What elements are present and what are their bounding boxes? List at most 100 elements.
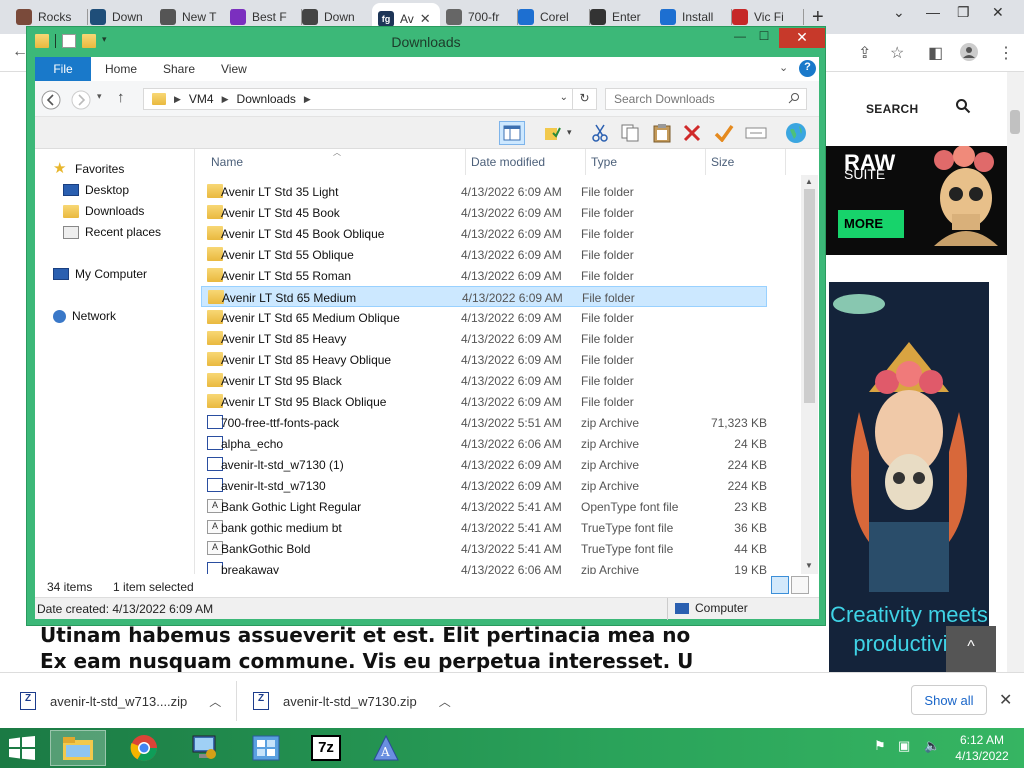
chevron-up-icon[interactable]: ︿ bbox=[209, 693, 221, 710]
file-row[interactable]: Avenir LT Std 95 Black Oblique 4/13/2022 … bbox=[201, 391, 767, 412]
close-browser-button[interactable]: ✕ bbox=[992, 4, 1004, 21]
chrome-icon[interactable] bbox=[116, 730, 172, 766]
copy-icon[interactable] bbox=[617, 121, 643, 145]
nav-favorites[interactable]: ★ Favorites bbox=[53, 159, 124, 179]
tab-share[interactable]: Share bbox=[163, 57, 195, 81]
large-icons-view-icon[interactable] bbox=[791, 576, 809, 594]
download-item[interactable]: Z avenir-lt-std_w713....zip ︿ bbox=[20, 687, 221, 715]
column-header-size[interactable]: Size bbox=[711, 149, 734, 175]
close-window-button[interactable]: ✕ bbox=[779, 28, 825, 48]
file-row[interactable]: Avenir LT Std 85 Heavy 4/13/2022 6:09 AM F… bbox=[201, 328, 767, 349]
file-row[interactable]: Avenir LT Std 65 Medium Oblique 4/13/2022… bbox=[201, 307, 767, 328]
side-panel-icon[interactable]: ◧ bbox=[928, 43, 943, 63]
restore-browser-button[interactable]: ❐ bbox=[957, 4, 970, 21]
details-view-icon[interactable] bbox=[771, 576, 789, 594]
scroll-down-icon[interactable]: ▼ bbox=[805, 561, 813, 570]
tab-search-icon[interactable]: ⌄ bbox=[893, 4, 905, 21]
help-icon[interactable]: ? bbox=[799, 60, 816, 77]
file-row[interactable]: alpha_echo 4/13/2022 6:06 AM zip Archive 24… bbox=[201, 433, 767, 454]
column-header-date[interactable]: Date modified bbox=[471, 149, 545, 175]
search-icon[interactable] bbox=[788, 92, 800, 104]
tab-home[interactable]: Home bbox=[105, 57, 137, 81]
column-header-type[interactable]: Type bbox=[591, 149, 617, 175]
file-row[interactable]: Avenir LT Std 85 Heavy Oblique 4/13/2022 … bbox=[201, 349, 767, 370]
volume-icon[interactable]: 🔈 bbox=[924, 738, 940, 754]
file-row[interactable]: Avenir LT Std 55 Oblique 4/13/2022 6:09 A… bbox=[201, 244, 767, 265]
windows-start-icon[interactable] bbox=[8, 736, 36, 760]
delete-icon[interactable] bbox=[679, 121, 705, 145]
file-list-scrollbar[interactable]: ▲ ▼ bbox=[801, 175, 818, 574]
download-item[interactable]: Z avenir-lt-std_w7130.zip ︿ bbox=[253, 687, 451, 715]
file-row[interactable]: Abank gothic medium bt 4/13/2022 5:41 AM T… bbox=[201, 517, 767, 538]
scroll-up-icon[interactable]: ▲ bbox=[805, 177, 813, 186]
explorer-title-bar[interactable]: ▾ Downloads — ☐ ✕ bbox=[27, 27, 825, 57]
properties-dropdown-icon[interactable]: ▾ bbox=[567, 127, 572, 138]
nav-downloads[interactable]: Downloads bbox=[63, 201, 144, 221]
close-icon[interactable]: ✕ bbox=[999, 690, 1012, 710]
search-icon[interactable] bbox=[955, 98, 971, 114]
nav-network[interactable]: Network bbox=[53, 306, 116, 326]
back-icon[interactable] bbox=[41, 90, 61, 110]
file-row[interactable]: breakaway 4/13/2022 6:06 AM zip Archive 19 … bbox=[201, 559, 767, 574]
flag-icon[interactable]: ⚑ bbox=[874, 738, 886, 754]
up-arrow-icon[interactable]: ↑ bbox=[117, 89, 125, 106]
file-explorer-icon[interactable] bbox=[50, 730, 106, 766]
file-row[interactable]: 700-free-ttf-fonts-pack 4/13/2022 5:51 AM… bbox=[201, 412, 767, 433]
share-icon[interactable]: ⇪ bbox=[858, 43, 871, 63]
file-row[interactable]: Avenir LT Std 45 Book Oblique 4/13/2022 6… bbox=[201, 223, 767, 244]
file-row[interactable]: avenir-lt-std_w7130 4/13/2022 6:09 AM zip … bbox=[201, 475, 767, 496]
file-row[interactable]: Avenir LT Std 35 Light 4/13/2022 6:09 AM F… bbox=[201, 181, 767, 202]
search-input[interactable]: Search Downloads bbox=[605, 88, 807, 110]
breadcrumb-arrow-icon[interactable]: ▶ bbox=[222, 94, 229, 105]
nav-my-computer[interactable]: My Computer bbox=[53, 264, 147, 284]
7zip-icon[interactable]: 7z bbox=[298, 730, 354, 766]
file-row[interactable]: avenir-lt-std_w7130 (1) 4/13/2022 6:09 AM… bbox=[201, 454, 767, 475]
globe-icon[interactable] bbox=[783, 121, 809, 145]
close-tab-icon[interactable]: ✕ bbox=[420, 11, 431, 27]
recent-locations-icon[interactable]: ▾ bbox=[97, 91, 102, 102]
site-search-link[interactable]: SEARCH bbox=[866, 102, 918, 116]
refresh-icon[interactable]: ↻ bbox=[572, 89, 596, 109]
chevron-up-icon[interactable]: ︿ bbox=[439, 693, 451, 710]
file-row[interactable]: A Bank Gothic Light Regular 4/13/2022 5:41… bbox=[201, 496, 767, 517]
paste-icon[interactable] bbox=[649, 121, 675, 145]
network-icon[interactable]: ▣ bbox=[898, 738, 910, 754]
system-clock[interactable]: 6:12 AM 4/13/2022 bbox=[952, 732, 1012, 764]
nav-desktop[interactable]: Desktop bbox=[63, 180, 129, 200]
preview-pane-icon[interactable] bbox=[499, 121, 525, 145]
scroll-to-top-button[interactable]: ^ bbox=[946, 626, 996, 672]
profile-avatar-icon[interactable] bbox=[960, 43, 978, 66]
breadcrumb-vm4[interactable]: VM4 bbox=[189, 92, 214, 106]
address-bar[interactable]: ▶ VM4 ▶ Downloads ▶ ⌄ ↻ bbox=[143, 88, 597, 110]
breadcrumb-arrow-icon[interactable]: ▶ bbox=[174, 94, 181, 105]
control-panel-icon[interactable] bbox=[238, 730, 294, 766]
checkmark-icon[interactable] bbox=[711, 121, 737, 145]
address-dropdown-icon[interactable]: ⌄ bbox=[560, 92, 568, 103]
font-app-icon[interactable]: A bbox=[358, 730, 414, 766]
corel-ad-banner[interactable]: RAW SUITE MORE bbox=[824, 146, 1007, 255]
minimize-button[interactable]: — bbox=[727, 29, 753, 47]
tab-file[interactable]: File bbox=[35, 57, 91, 81]
nav-recent-places[interactable]: Recent places bbox=[63, 222, 161, 242]
browser-menu-icon[interactable]: ⋮ bbox=[998, 43, 1014, 63]
file-row[interactable]: Avenir LT Std 45 Book 4/13/2022 6:09 AM Fi… bbox=[201, 202, 767, 223]
bookmark-star-icon[interactable]: ☆ bbox=[890, 43, 904, 63]
show-all-button[interactable]: Show all bbox=[911, 685, 987, 715]
rename-icon[interactable] bbox=[743, 121, 769, 145]
file-row[interactable]: Avenir LT Std 95 Black 4/13/2022 6:09 AM F… bbox=[201, 370, 767, 391]
minimize-browser-button[interactable]: — bbox=[926, 4, 940, 20]
file-row[interactable]: Avenir LT Std 65 Medium 4/13/2022 6:09 AM… bbox=[201, 286, 767, 307]
creativity-ad-banner[interactable]: Creativity meets productivity bbox=[829, 282, 989, 672]
expand-ribbon-icon[interactable]: ⌄ bbox=[779, 61, 788, 74]
forward-icon[interactable] bbox=[71, 90, 91, 110]
breadcrumb-arrow-icon[interactable]: ▶ bbox=[304, 94, 311, 105]
file-row[interactable]: Avenir LT Std 55 Roman 4/13/2022 6:09 AM F… bbox=[201, 265, 767, 286]
cut-icon[interactable] bbox=[587, 121, 613, 145]
page-scrollbar[interactable] bbox=[1007, 72, 1024, 672]
computer-settings-icon[interactable] bbox=[176, 730, 232, 766]
ad-more-button[interactable]: MORE bbox=[838, 210, 904, 238]
file-row[interactable]: A BankGothic Bold 4/13/2022 5:41 AM TrueTyp… bbox=[201, 538, 767, 559]
breadcrumb-downloads[interactable]: Downloads bbox=[237, 92, 296, 106]
properties-icon[interactable] bbox=[539, 121, 565, 145]
column-header-name[interactable]: Name bbox=[211, 149, 243, 175]
